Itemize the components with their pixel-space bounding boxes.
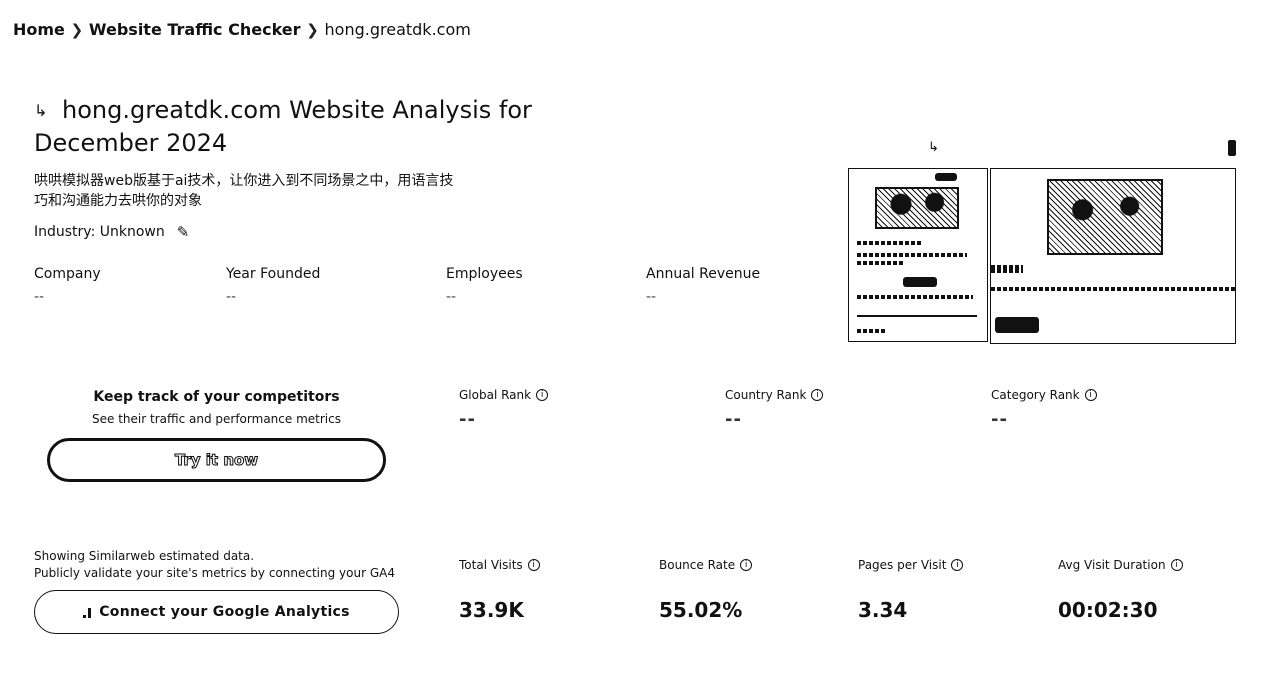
total-visits-label: Total Visits i [459,558,540,572]
pages-per-visit-value: 3.34 [858,598,908,622]
website-preview: ↳ [848,138,1238,344]
try-it-now-button[interactable]: Try it now [47,438,386,482]
info-icon[interactable]: i [1170,559,1183,571]
site-favicon-icon: ↳ [34,101,48,120]
industry-row: Industry: Unknown ✎ [34,223,189,241]
total-visits-value: 33.9K [459,598,524,622]
fact-annual-revenue-label: Annual Revenue [646,266,761,282]
connect-google-analytics-label: Connect your Google Analytics [99,604,350,620]
info-icon[interactable]: i [740,559,753,571]
fact-employees-value: -- [446,289,457,305]
bounce-rate-label-text: Bounce Rate [659,558,736,572]
competitors-title: Keep track of your competitors [93,389,340,405]
preview-line [857,329,887,333]
page-title: ↳ hong.greatdk.com Website Analysis for D… [34,94,574,159]
breadcrumb-traffic-checker[interactable]: Website Traffic Checker [89,20,301,39]
similarweb-note-line2: Publicly validate your site's metrics by… [34,566,395,580]
fact-year-founded-label: Year Founded [226,266,321,282]
preview-line [857,253,967,257]
preview-favicon-icon: ↳ [928,140,939,155]
preview-desktop-image [1047,179,1163,255]
fact-company-label: Company [34,266,101,282]
country-rank-label: Country Rank i [725,388,824,402]
pencil-icon[interactable]: ✎ [177,223,190,241]
pages-per-visit-label: Pages per Visit i [858,558,964,572]
country-rank-value: -- [725,409,742,430]
site-description: 哄哄模拟器web版基于ai技术，让你进入到不同场景之中，用语言技巧和沟通能力去哄… [34,173,454,209]
preview-line [991,287,1235,291]
breadcrumb-home[interactable]: Home [13,20,65,39]
avg-visit-duration-value: 00:02:30 [1058,598,1158,622]
fact-employees-label: Employees [446,266,523,282]
fact-company-value: -- [34,289,45,305]
preview-desktop-frame [990,168,1236,344]
preview-mobile-button [935,173,957,181]
preview-desktop-cta [995,317,1039,333]
preview-edge-marker [1228,140,1236,156]
info-icon[interactable]: i [1084,389,1097,401]
industry-label: Industry: Unknown [34,224,165,240]
preview-line [857,261,903,265]
chevron-right-icon: ❯ [70,20,84,39]
breadcrumb: Home ❯ Website Traffic Checker ❯ hong.gr… [13,20,471,39]
preview-line [857,241,923,245]
preview-mobile-image [875,187,959,229]
preview-line [991,265,1023,273]
pages-per-visit-label-text: Pages per Visit [858,558,947,572]
avg-visit-duration-label-text: Avg Visit Duration [1058,558,1166,572]
fact-annual-revenue-value: -- [646,289,657,305]
info-icon[interactable]: i [951,559,964,571]
info-icon[interactable]: i [811,389,824,401]
global-rank-label: Global Rank i [459,388,549,402]
bounce-rate-value: 55.02% [659,598,743,622]
preview-line [857,315,977,317]
preview-mobile-cta [903,277,937,287]
competitors-subtitle: See their traffic and performance metric… [92,412,341,426]
avg-visit-duration-label: Avg Visit Duration i [1058,558,1183,572]
category-rank-label-text: Category Rank [991,388,1080,402]
category-rank-value: -- [991,409,1008,430]
preview-mobile-frame [848,168,988,342]
country-rank-label-text: Country Rank [725,388,807,402]
page-title-text: hong.greatdk.com Website Analysis for De… [34,96,532,157]
fact-year-founded-value: -- [226,289,237,305]
breadcrumb-current: hong.greatdk.com [324,20,471,39]
global-rank-value: -- [459,409,476,430]
similarweb-note: Showing Similarweb estimated data. Publi… [34,548,434,582]
preview-line [857,295,973,299]
info-icon[interactable]: i [536,389,549,401]
bounce-rate-label: Bounce Rate i [659,558,753,572]
chevron-right-icon: ❯ [306,20,319,39]
total-visits-label-text: Total Visits [459,558,523,572]
info-icon[interactable]: i [527,559,540,571]
global-rank-label-text: Global Rank [459,388,532,402]
category-rank-label: Category Rank i [991,388,1097,402]
google-analytics-icon [83,606,92,618]
similarweb-note-line1: Showing Similarweb estimated data. [34,549,255,563]
connect-google-analytics-button[interactable]: Connect your Google Analytics [34,590,399,634]
